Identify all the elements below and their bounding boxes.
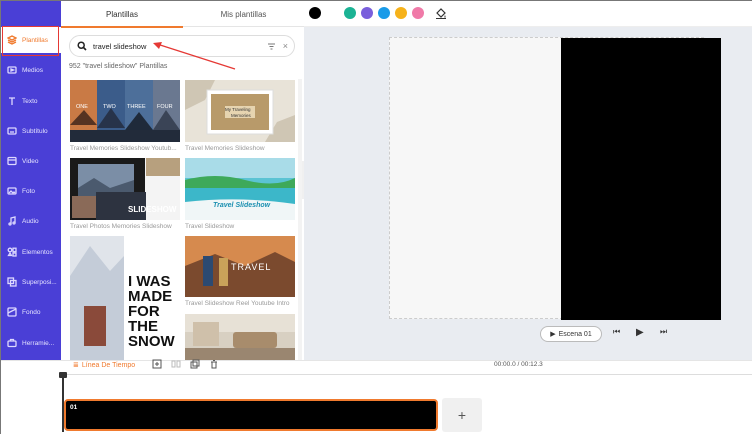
sidebar-item-elementos[interactable]: Elementos — [1, 239, 61, 265]
template-caption: Travel Slideshow Reel Youtube Intro — [185, 300, 290, 307]
text-icon — [7, 96, 17, 106]
template-card[interactable]: My Traveling Memories — [185, 80, 295, 142]
template-card[interactable] — [185, 314, 295, 360]
sidebar-item-label: Superposi... — [22, 278, 57, 286]
color-swatch-blue[interactable] — [378, 7, 390, 19]
template-card[interactable]: I WAS MADE FOR THE SNOW — [70, 236, 180, 360]
video-frame[interactable] — [561, 38, 721, 320]
sidebar-item-label: Video — [22, 157, 39, 165]
color-swatch-purple[interactable] — [361, 7, 373, 19]
template-card[interactable]: SLIDESHOW — [70, 158, 180, 220]
sidebar-item-label: Subtítulo — [22, 127, 48, 135]
scene-selector-button[interactable]: ▶ Escena 01 — [540, 326, 602, 342]
template-card[interactable]: ONE TWO THREE FOUR — [70, 80, 180, 142]
sidebar-item-label: Herramie... — [22, 339, 55, 347]
template-label: TWO — [103, 104, 116, 110]
subtitle-icon — [7, 126, 17, 136]
tools-icon — [7, 338, 17, 348]
duplicate-icon[interactable] — [190, 359, 200, 369]
color-swatch-yellow[interactable] — [395, 7, 407, 19]
elements-icon — [7, 247, 17, 257]
template-label: My Traveling — [225, 107, 251, 112]
template-label: Travel Slideshow — [213, 202, 271, 209]
music-icon — [7, 216, 17, 226]
sidebar-item-label: Medios — [22, 66, 43, 74]
template-caption: Travel Slideshow — [185, 223, 235, 230]
media-icon — [7, 65, 17, 75]
sidebar-item-label: Fondo — [22, 308, 41, 316]
template-card[interactable]: Travel Slideshow — [185, 158, 295, 220]
sidebar-item-label: Elementos — [22, 248, 53, 256]
background-icon — [7, 307, 17, 317]
timeline: ≣ Línea De Tiempo 00:00.0 / 00:12.3 01 + — [1, 358, 752, 434]
sidebar-item-herramientas[interactable]: Herramie... — [1, 330, 61, 356]
template-card[interactable]: TRAVEL — [185, 236, 295, 297]
sidebar-item-video[interactable]: Video — [1, 148, 61, 174]
canvas-area: ▶ Escena 01 ⏮ ▶ ⏭ — [304, 27, 752, 360]
split-icon[interactable] — [171, 359, 181, 369]
template-label: MADE — [128, 288, 173, 305]
search-icon — [77, 41, 87, 51]
template-label: ONE — [76, 104, 88, 110]
sidebar-item-audio[interactable]: Audio — [1, 208, 61, 234]
timeline-toggle-button[interactable]: ≣ Línea De Tiempo — [73, 358, 135, 372]
skip-forward-icon[interactable]: ⏭ — [660, 327, 667, 337]
template-label: FOR — [128, 303, 160, 320]
scene-label: Escena 01 — [558, 330, 592, 338]
clip-label: 01 — [70, 404, 78, 411]
panel-tabs: Plantillas Mis plantillas — [61, 1, 304, 28]
template-label: THE — [128, 318, 158, 335]
sidebar-item-foto[interactable]: Foto — [1, 178, 61, 204]
photo-icon — [7, 186, 17, 196]
sidebar-item-label: Audio — [22, 217, 39, 225]
template-label: I WAS — [128, 273, 171, 290]
template-label: TRAVEL — [231, 262, 272, 272]
template-caption: Travel Photos Memories Slideshow — [70, 223, 172, 230]
fill-bucket-icon[interactable] — [435, 7, 447, 19]
template-caption: Travel Memories Slideshow — [185, 145, 265, 152]
canvas[interactable] — [389, 37, 721, 320]
close-icon[interactable]: × — [283, 41, 288, 51]
overlay-icon — [7, 277, 17, 287]
play-icon[interactable]: ▶ — [636, 327, 644, 338]
template-text-block: I WAS MADE FOR THE SNOW — [128, 274, 175, 349]
sidebar-item-label: Texto — [22, 97, 38, 105]
tab-plantillas[interactable]: Plantillas — [61, 1, 183, 28]
add-scene-button[interactable]: + — [442, 398, 482, 432]
timeline-label: Línea De Tiempo — [81, 361, 136, 369]
filter-icon[interactable] — [267, 42, 276, 51]
color-swatch-black[interactable] — [309, 7, 321, 19]
template-label: SNOW — [128, 333, 175, 350]
trash-icon[interactable] — [209, 359, 219, 369]
tab-mis-plantillas[interactable]: Mis plantillas — [183, 1, 304, 27]
template-label: Memories — [231, 113, 251, 118]
play-small-icon: ▶ — [550, 331, 556, 338]
template-label: FOUR — [157, 104, 173, 110]
template-caption: Travel Memories Slideshow Youtub... — [70, 145, 177, 152]
color-toolbar — [304, 1, 752, 27]
template-preview — [185, 314, 295, 360]
sidebar-item-superposiciones[interactable]: Superposi... — [1, 269, 61, 295]
template-preview — [185, 158, 295, 220]
add-frame-icon[interactable] — [152, 359, 162, 369]
sidebar-item-texto[interactable]: Texto — [1, 88, 61, 114]
color-swatch-pink[interactable] — [412, 7, 424, 19]
sidebar-item-subtitulo[interactable]: Subtítulo — [1, 118, 61, 144]
timeline-clip[interactable]: 01 — [64, 399, 438, 431]
skip-back-icon[interactable]: ⏮ — [613, 327, 620, 337]
highlight-box — [2, 26, 59, 56]
timeline-icon: ≣ — [73, 362, 79, 369]
panel-scrollbar[interactable] — [298, 79, 302, 360]
template-label: THREE — [127, 104, 146, 110]
timeline-ruler — [63, 374, 752, 375]
template-preview — [70, 80, 180, 142]
result-count: 952 "travel slideshow" Plantillas — [69, 63, 168, 70]
template-label: SLIDESHOW — [128, 205, 177, 214]
timeline-time: 00:00.0 / 00:12.3 — [494, 361, 543, 368]
color-swatch-teal[interactable] — [344, 7, 356, 19]
sidebar-item-label: Foto — [22, 187, 36, 195]
sidebar-item-fondo[interactable]: Fondo — [1, 299, 61, 325]
sidebar-item-medios[interactable]: Medios — [1, 57, 61, 83]
video-icon — [7, 156, 17, 166]
